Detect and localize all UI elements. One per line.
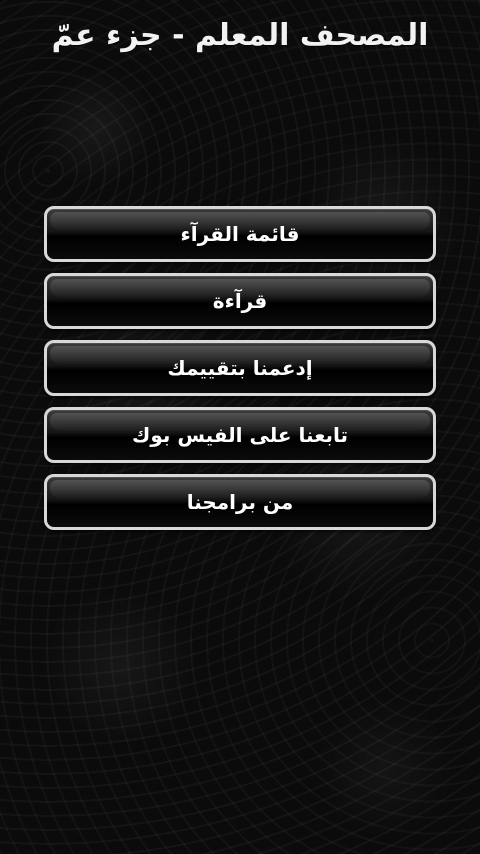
our-apps-button[interactable]: من برامجنا (44, 474, 436, 530)
app-title: المصحف المعلم - جزء عمّ (51, 18, 429, 53)
follow-facebook-label: تابعنا على الفيس بوك (132, 423, 349, 447)
reciters-list-button[interactable]: قائمة القرآء (44, 206, 436, 262)
reciters-list-label: قائمة القرآء (180, 222, 300, 246)
read-button[interactable]: قرآءة (44, 273, 436, 329)
follow-facebook-button[interactable]: تابعنا على الفيس بوك (44, 407, 436, 463)
our-apps-label: من برامجنا (186, 490, 294, 514)
main-menu: قائمة القرآء قرآءة إدعمنا بتقييمك تابعنا… (44, 206, 436, 541)
read-label: قرآءة (212, 289, 268, 313)
rate-us-button[interactable]: إدعمنا بتقييمك (44, 340, 436, 396)
rate-us-label: إدعمنا بتقييمك (167, 356, 313, 380)
